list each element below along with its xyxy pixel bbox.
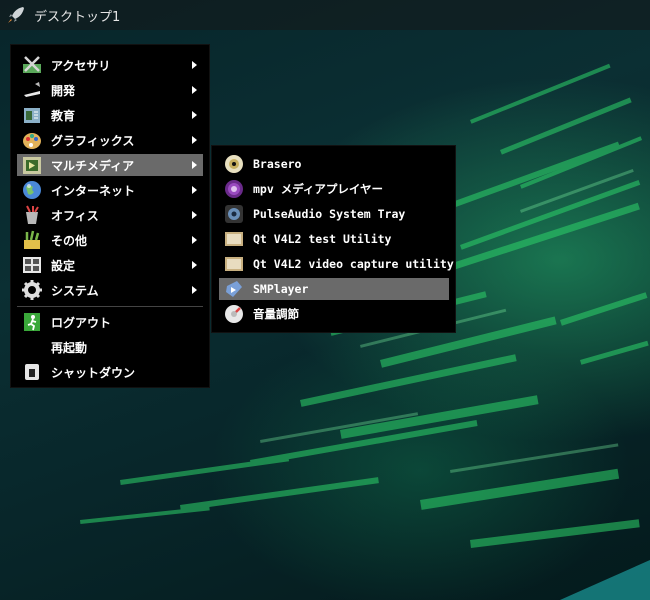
graphics-icon (21, 129, 43, 151)
menu-item-development[interactable]: 開発 (17, 79, 203, 101)
system-icon (21, 279, 43, 301)
menu-item-system[interactable]: システム (17, 279, 203, 301)
submenu-arrow-icon (192, 261, 197, 269)
other-icon (21, 229, 43, 251)
logout-icon (21, 311, 43, 333)
rocket-icon[interactable] (6, 5, 26, 25)
video-capture-icon (223, 253, 245, 275)
menu-item-other[interactable]: その他 (17, 229, 203, 251)
video-capture-icon (223, 228, 245, 250)
menu-item-graphics[interactable]: グラフィックス (17, 129, 203, 151)
submenu-arrow-icon (192, 86, 197, 94)
menu-item-internet[interactable]: インターネット (17, 179, 203, 201)
settings-icon (21, 254, 43, 276)
menu-item-mpv[interactable]: mpv メディアプレイヤー (219, 178, 449, 200)
submenu-arrow-icon (192, 111, 197, 119)
menu-item-education[interactable]: 教育 (17, 104, 203, 126)
menu-item-brasero[interactable]: Brasero (219, 153, 449, 175)
shutdown-icon (21, 361, 43, 383)
multimedia-submenu: Brasero mpv メディアプレイヤー PulseAudio System … (211, 145, 456, 333)
submenu-arrow-icon (192, 211, 197, 219)
submenu-arrow-icon (192, 286, 197, 294)
top-panel: デスクトップ1 (0, 0, 650, 30)
submenu-arrow-icon (192, 236, 197, 244)
menu-item-qt-v4l2-test[interactable]: Qt V4L2 test Utility (219, 228, 449, 250)
menu-item-volume-control[interactable]: 音量調節 (219, 303, 449, 325)
desktop-title: デスクトップ1 (34, 9, 121, 25)
submenu-arrow-icon (192, 186, 197, 194)
menu-item-qt-v4l2-capture[interactable]: Qt V4L2 video capture utility (219, 253, 454, 275)
disc-icon (223, 153, 245, 175)
menu-item-shutdown[interactable]: シャットダウン (17, 361, 203, 383)
menu-item-accessories[interactable]: アクセサリ (17, 54, 203, 76)
menu-item-reboot[interactable]: 再起動 (17, 336, 203, 358)
menu-item-multimedia[interactable]: マルチメディア (17, 154, 203, 176)
menu-item-pulseaudio[interactable]: PulseAudio System Tray (219, 203, 449, 225)
menu-item-office[interactable]: オフィス (17, 204, 203, 226)
menu-item-smplayer[interactable]: SMPlayer (219, 278, 449, 300)
submenu-arrow-icon (192, 161, 197, 169)
submenu-arrow-icon (192, 136, 197, 144)
mpv-icon (223, 178, 245, 200)
menu-item-settings[interactable]: 設定 (17, 254, 203, 276)
volume-icon (223, 303, 245, 325)
accessories-icon (21, 54, 43, 76)
internet-icon (21, 179, 43, 201)
smplayer-icon (223, 278, 245, 300)
menu-item-logout[interactable]: ログアウト (17, 311, 203, 333)
development-icon (21, 79, 43, 101)
submenu-arrow-icon (192, 61, 197, 69)
office-icon (21, 204, 43, 226)
education-icon (21, 104, 43, 126)
multimedia-icon (21, 154, 43, 176)
menu-separator (17, 306, 203, 307)
speaker-icon (223, 203, 245, 225)
main-menu: アクセサリ 開発 教育 グラフィックス マルチメディア インターネット オフィス… (10, 44, 210, 388)
